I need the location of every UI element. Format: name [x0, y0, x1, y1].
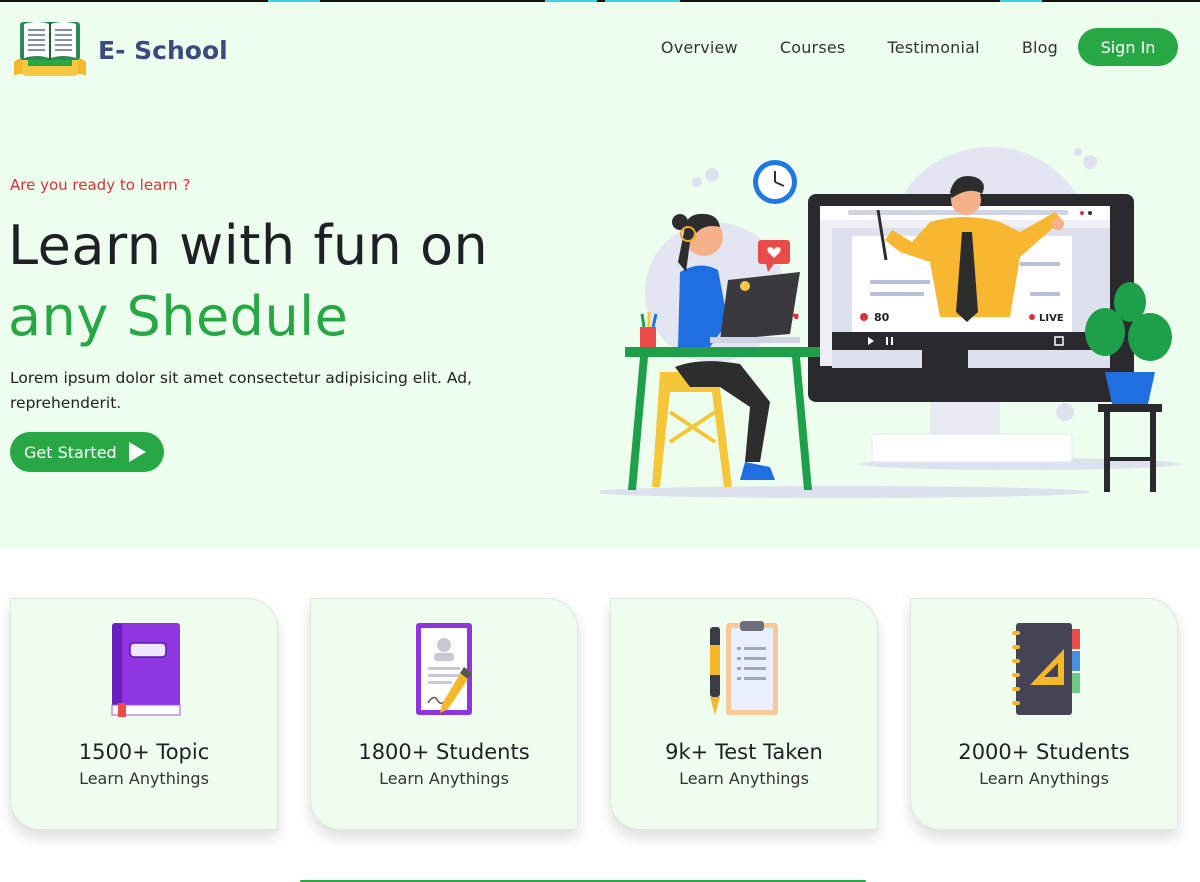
nav-testimonial[interactable]: Testimonial	[887, 38, 979, 57]
nav-courses[interactable]: Courses	[780, 38, 846, 57]
main-nav: Overview Courses Testimonial Blog Sign I…	[661, 28, 1178, 66]
hero-heading-line2: any Shedule	[8, 285, 349, 348]
notebook-ruler-icon	[1012, 623, 1080, 715]
stat-subtitle: Learn Anythings	[379, 769, 509, 788]
hero-section: E- School Overview Courses Testimonial B…	[0, 2, 1200, 548]
clock-icon	[753, 160, 797, 204]
hero-eyebrow: Are you ready to learn ?	[10, 176, 191, 194]
get-started-label: Get Started	[24, 442, 117, 462]
live-label: LIVE	[1039, 313, 1064, 324]
stat-title: 1500+ Topic	[78, 740, 210, 764]
stat-title: 2000+ Students	[958, 740, 1130, 764]
nav-overview[interactable]: Overview	[661, 38, 738, 57]
book-icon	[111, 623, 181, 717]
online-class-illustration: 80 LIVE	[600, 147, 1180, 498]
stat-card-students: 1800+ Students Learn Anythings	[310, 598, 578, 830]
viewer-count: 80	[874, 311, 890, 324]
stat-subtitle: Learn Anythings	[79, 769, 209, 788]
clipboard-pen-icon	[710, 621, 778, 715]
play-icon	[128, 442, 146, 462]
nav-blog[interactable]: Blog	[1022, 38, 1058, 57]
stat-title: 1800+ Students	[358, 740, 530, 764]
hero-heading-line1: Learn with fun on	[8, 214, 489, 277]
brand-name: E- School	[98, 35, 228, 65]
hero-description: Lorem ipsum dolor sit amet consectetur a…	[10, 369, 472, 412]
stat-card-topics: 1500+ Topic Learn Anythings	[10, 598, 278, 830]
stat-subtitle: Learn Anythings	[979, 769, 1109, 788]
get-started-button[interactable]: Get Started	[10, 432, 164, 472]
certificate-pen-icon	[416, 623, 472, 715]
sign-in-button[interactable]: Sign In	[1078, 28, 1178, 66]
stat-title: 9k+ Test Taken	[665, 740, 823, 764]
brand-logo[interactable]: E- School	[12, 16, 228, 82]
stat-card-students-2: 2000+ Students Learn Anythings	[910, 598, 1178, 830]
stat-subtitle: Learn Anythings	[679, 769, 809, 788]
stat-card-tests: 9k+ Test Taken Learn Anythings	[610, 598, 878, 830]
open-book-logo-icon	[14, 22, 86, 76]
